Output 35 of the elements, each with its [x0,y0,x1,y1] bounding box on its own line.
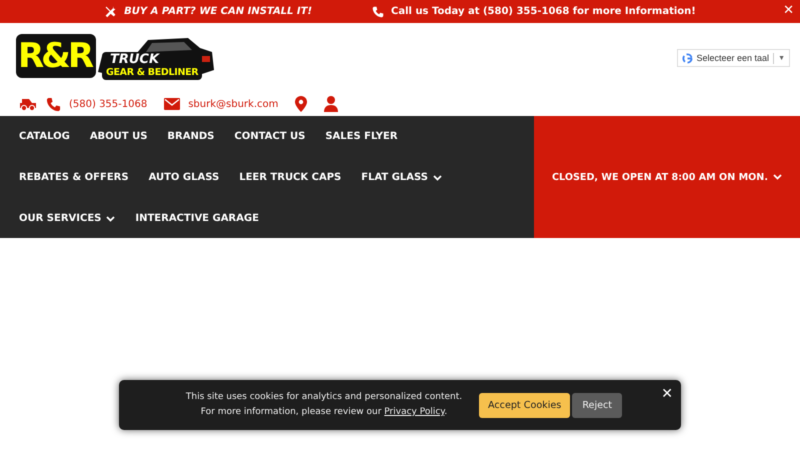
call-text: Call us Today at (580) 355-1068 for more Information! [391,6,696,17]
cookie-message: This site uses cookies for analytics and personalized content. For more information, please review our Privacy Policy. [184,391,464,419]
accept-cookies-button[interactable]: Accept Cookies [479,392,570,418]
email-link[interactable]: sburk@sburk.com [188,98,278,110]
nav-link[interactable]: CONTACT US [223,116,314,157]
phone-link[interactable]: (580) 355-1068 [69,98,148,110]
nav-link[interactable]: AUTO GLASS [138,157,228,198]
nav-link[interactable]: SALES FLYER [314,116,407,157]
close-button[interactable]: ✕ [779,1,798,20]
nav-link[interactable]: OUR SERVICES [8,198,124,239]
nav-link[interactable]: CATALOG [8,116,79,157]
car-icon [18,97,38,111]
promo-text: BUY A PART? WE CAN INSTALL IT! [124,6,312,17]
phone-icon [372,6,384,18]
chevron-icon [772,174,782,180]
chevron-icon [106,216,116,222]
chevron-icon [433,174,442,180]
location-pin-icon[interactable] [295,96,308,112]
nav-link[interactable]: INTERACTIVE GARAGE [124,198,268,239]
nav-link[interactable]: BRANDS [156,116,224,157]
logo-text: GEAR & BEDLINER [106,66,198,79]
close-button[interactable]: ✕ [658,384,676,404]
privacy-policy-link[interactable]: Privacy Policy [384,407,444,417]
phone-icon [46,96,61,112]
nav-link[interactable]: FLAT GLASS [350,157,451,198]
logo-text: TRUCK [109,53,161,66]
store-hours-button[interactable]: CLOSED, WE OPEN AT 8:00 AM ON MON. [534,116,800,238]
nav-link[interactable]: LEER TRUCK CAPS [228,157,350,198]
mail-icon [164,98,180,110]
user-icon[interactable] [324,96,338,112]
reject-button[interactable]: Reject [572,392,622,418]
logo-text: R&R [16,34,96,78]
nav-link[interactable]: REBATES & OFFERS [8,157,138,198]
nav-link[interactable]: ABOUT US [78,116,156,157]
g-icon [682,52,692,64]
